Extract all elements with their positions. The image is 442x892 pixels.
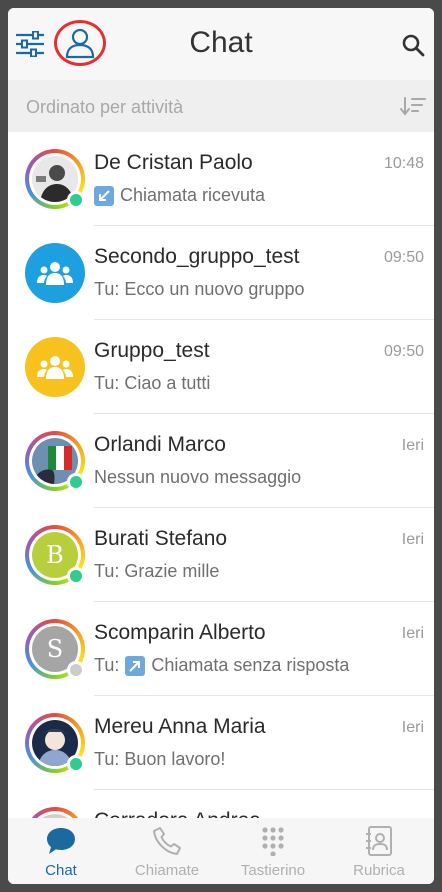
message-preview: Nessun nuovo messaggio <box>94 467 301 488</box>
chat-row[interactable]: S Scomparin Alberto Ieri Tu: Chiamata se… <box>8 602 434 696</box>
nav-tab-tastierino[interactable]: Tastierino <box>220 818 326 884</box>
search-icon <box>402 34 425 57</box>
timestamp: Ieri <box>401 437 424 454</box>
nav-label: Chat <box>45 862 77 879</box>
nav-label: Rubrica <box>353 862 405 879</box>
chat-row[interactable]: Mereu Anna Maria Ieri Tu: Buon lavoro! <box>8 696 434 790</box>
keypad-icon <box>262 827 284 856</box>
sort-button[interactable] <box>398 92 428 120</box>
presence-online-dot <box>67 191 85 209</box>
chat-row[interactable]: Secondo_gruppo_test 09:50 Tu: Ecco un nu… <box>8 226 434 320</box>
avatar <box>25 149 85 209</box>
contact-name: Burati Stefano <box>94 527 228 550</box>
chat-row[interactable]: B Burati Stefano Ieri Tu: Grazie mille <box>8 508 434 602</box>
message-preview: Tu: Grazie mille <box>94 561 219 582</box>
avatar: S <box>25 619 85 679</box>
preview-prefix: Tu: <box>94 655 120 675</box>
presence-online-dot <box>67 755 85 773</box>
preview-text: Chiamata ricevuta <box>120 185 266 205</box>
preview-text: Tu: Grazie mille <box>94 561 220 581</box>
phone-icon <box>153 827 181 855</box>
contacts-book-icon <box>366 826 392 856</box>
contact-name: Corradora Andrea <box>94 809 261 818</box>
avatar <box>25 243 85 303</box>
group-icon <box>37 262 73 285</box>
message-preview: Tu: Buon lavoro! <box>94 749 225 770</box>
contact-name: Orlandi Marco <box>94 433 226 456</box>
page-title: Chat <box>189 26 253 59</box>
timestamp: Ieri <box>401 719 424 736</box>
outgoing-call-icon <box>125 655 146 676</box>
nav-tab-chat[interactable]: Chat <box>8 818 114 884</box>
presence-online-dot <box>67 473 85 491</box>
timestamp: Ieri <box>401 625 424 642</box>
app-screen: Chat Ordinato per attività De Cristan Pa… <box>8 8 434 884</box>
app-header: Chat <box>8 8 434 80</box>
nav-label: Chiamate <box>134 862 200 879</box>
search-button[interactable] <box>396 28 430 62</box>
nav-tab-chiamate[interactable]: Chiamate <box>114 818 220 884</box>
contact-name: Gruppo_test <box>94 339 210 362</box>
nav-label: Tastierino <box>240 862 306 879</box>
group-avatar <box>25 243 85 303</box>
chat-row[interactable]: Gruppo_test 09:50 Tu: Ciao a tutti <box>8 320 434 414</box>
contact-name: De Cristan Paolo <box>94 151 253 174</box>
preview-text: Tu: Ecco un nuovo gruppo <box>94 279 305 299</box>
message-preview: Chiamata ricevuta <box>94 185 265 206</box>
incoming-call-icon <box>94 185 114 206</box>
chat-row[interactable]: Orlandi Marco Ieri Nessun nuovo messaggi… <box>8 414 434 508</box>
avatar <box>25 337 85 397</box>
avatar <box>25 431 85 491</box>
presence-online-dot <box>67 567 85 585</box>
avatar <box>25 807 85 818</box>
chat-row[interactable]: Corradora Andrea <box>8 790 434 818</box>
group-icon <box>37 356 73 379</box>
bottom-navigation: Chat Chiamate Tastierino Rubrica <box>8 818 434 884</box>
preview-text: Tu: Ciao a tutti <box>94 373 211 393</box>
timestamp: 10:48 <box>383 155 424 172</box>
contact-name: Secondo_gruppo_test <box>94 245 300 268</box>
timestamp: 09:50 <box>383 249 424 266</box>
nav-tab-rubrica[interactable]: Rubrica <box>326 818 432 884</box>
contact-name: Mereu Anna Maria <box>94 715 266 738</box>
sort-icon <box>400 97 426 116</box>
message-preview: Tu: Ciao a tutti <box>94 373 210 394</box>
chat-list: De Cristan Paolo 10:48 Chiamata ricevuta <box>8 132 434 818</box>
avatar <box>25 713 85 773</box>
sort-bar: Ordinato per attività <box>8 80 434 132</box>
preview-text: Chiamata senza risposta <box>151 655 350 675</box>
sort-label: Ordinato per attività <box>26 97 184 117</box>
message-preview: Tu: Ecco un nuovo gruppo <box>94 279 304 300</box>
timestamp: 09:50 <box>383 343 424 360</box>
contact-name: Scomparin Alberto <box>94 621 266 644</box>
avatar: B <box>25 525 85 585</box>
timestamp: Ieri <box>401 531 424 548</box>
group-avatar <box>25 337 85 397</box>
chat-bubble-icon <box>47 828 75 854</box>
chat-row[interactable]: De Cristan Paolo 10:48 Chiamata ricevuta <box>8 132 434 226</box>
preview-text: Tu: Buon lavoro! <box>94 749 226 769</box>
message-preview: Tu: Chiamata senza risposta <box>94 655 349 676</box>
preview-text: Nessun nuovo messaggio <box>94 467 302 487</box>
presence-offline-dot <box>67 661 85 679</box>
